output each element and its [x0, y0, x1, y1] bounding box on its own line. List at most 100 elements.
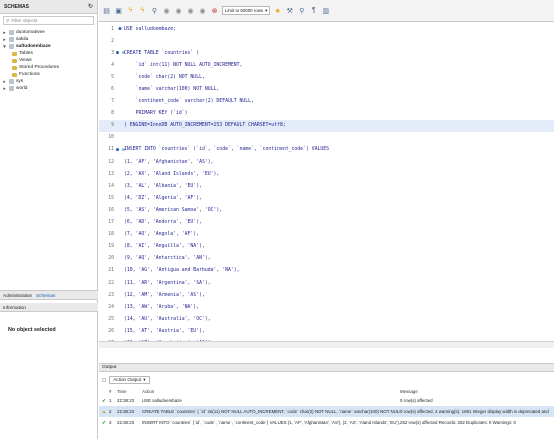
code-text: (8, 'AI', 'Anguilla', 'NA'), — [124, 244, 205, 250]
editor-line[interactable]: 10 — [99, 132, 554, 144]
database-icon — [9, 44, 14, 49]
navigator-header: SCHEMAS ↻ — [0, 0, 97, 14]
schema-child-item[interactable]: Views — [2, 57, 95, 64]
output-row[interactable]: ✔ 1 22:38:23 USE salludoembaze 0 row(s) affe… — [99, 395, 554, 406]
success-icon: ✔ — [102, 419, 106, 425]
line-number: 24 — [108, 304, 114, 310]
editor-line[interactable]: 16 (5, 'AS', 'American Samoa', 'OC'), — [99, 204, 554, 216]
line-number: 25 — [108, 316, 114, 322]
schema-child-item[interactable]: Tables — [2, 50, 95, 57]
database-icon — [9, 37, 14, 42]
row-number: 2 — [109, 409, 112, 414]
editor-line[interactable]: 4 `id` int(11) NOT NULL AUTO_INCREMENT, — [99, 59, 554, 71]
limit-rows-select[interactable]: Limit to 50000 rows ▾ — [222, 6, 271, 15]
rollback-icon[interactable]: ◉ — [198, 6, 207, 15]
column-time[interactable]: Time — [117, 389, 142, 394]
column-action[interactable]: Action — [142, 389, 400, 394]
editor-line[interactable]: 13 (2, 'AX', 'Aland Islands', 'EU'), — [99, 168, 554, 180]
editor-line[interactable]: 18 (7, 'AO', 'Angola', 'AF'), — [99, 229, 554, 241]
stop-icon[interactable]: ◉ — [162, 6, 171, 15]
editor-line[interactable]: 21 (10, 'AG', 'Antigua and Barbuda', 'NA'… — [99, 265, 554, 277]
chevron-right-icon[interactable]: ▸ — [2, 37, 7, 43]
column-number[interactable]: # — [109, 389, 117, 394]
chevron-right-icon[interactable]: ▸ — [2, 86, 7, 92]
wrap-icon[interactable]: ▥ — [321, 6, 330, 15]
no-object-label: No object selected — [8, 327, 56, 333]
information-header: Information — [0, 303, 98, 312]
database-icon — [9, 86, 14, 91]
schema-item-label: Stored Procedures — [19, 65, 59, 70]
add-snippet-icon[interactable]: ★ — [273, 6, 282, 15]
editor-line[interactable]: 6 `name` varchar(100) NOT NULL, — [99, 83, 554, 95]
editor-line[interactable]: 23 (12, 'AM', 'Armenia', 'AS'), — [99, 289, 554, 301]
editor-line[interactable]: 22 (11, 'AR', 'Argentina', 'SA'), — [99, 277, 554, 289]
toggle-continue-icon[interactable]: ◉ — [174, 6, 183, 15]
refresh-icon[interactable]: ↻ — [88, 3, 93, 10]
horizontal-scrollbar[interactable] — [99, 341, 554, 348]
editor-line[interactable]: 2 — [99, 35, 554, 47]
editor-line[interactable]: 25 (14, 'AU', 'Australia', 'OC'), — [99, 313, 554, 325]
line-number: 6 — [111, 87, 114, 93]
output-row[interactable]: ▲ 2 22:38:23 CREATE TABLE `countries` ( `id… — [99, 406, 554, 417]
find-icon[interactable]: ⚲ — [297, 6, 306, 15]
editor-line[interactable]: 7 `continent_code` varchar(2) DEFAULT NU… — [99, 96, 554, 108]
filter-objects-input[interactable]: ⚲ Filter objects — [3, 16, 94, 25]
code-text: PRIMARY KEY (`id`) — [124, 111, 188, 117]
editor-line[interactable]: 24 (13, 'AW', 'Aruba', 'NA'), — [99, 301, 554, 313]
output-header-row: # Time Action Message — [99, 387, 554, 395]
editor-line[interactable]: 12 (1, 'AF', 'Afghanistan', 'AS'), — [99, 156, 554, 168]
row-time: 22:38:23 — [117, 398, 135, 403]
commit-icon[interactable]: ◉ — [186, 6, 195, 15]
chevron-right-icon[interactable]: ▸ — [2, 30, 7, 36]
output-row[interactable]: ✔ 3 22:38:23 INSERT INTO `countries` (`id`,… — [99, 417, 554, 428]
folder-icon — [12, 65, 17, 70]
editor-line[interactable]: 5 `code` char(2) NOT NULL, — [99, 71, 554, 83]
explain-icon[interactable]: ⚲ — [150, 6, 159, 15]
editor-line[interactable]: 8 PRIMARY KEY (`id`) — [99, 108, 554, 120]
line-number: 1 — [111, 26, 114, 32]
tab-schemas[interactable]: Schemas — [36, 293, 55, 298]
warning-icon: ▲ — [101, 409, 107, 414]
editor-line[interactable]: 26 (15, 'AT', 'Austria', 'EU'), — [99, 325, 554, 337]
chevron-right-icon[interactable]: ▸ — [2, 79, 7, 85]
row-number: 1 — [109, 398, 112, 403]
editor-line[interactable]: 15 (4, 'DZ', 'Algeria', 'AF'), — [99, 192, 554, 204]
editor-line[interactable]: 14 (3, 'AL', 'Albania', 'EU'), — [99, 180, 554, 192]
editor-line[interactable]: 9) ENGINE=InnoDB AUTO_INCREMENT=253 DEFA… — [99, 119, 554, 132]
autocommit-icon[interactable]: ⊗ — [210, 6, 219, 15]
schema-item-label: Tables — [19, 51, 33, 56]
schema-child-item[interactable]: Functions — [2, 71, 95, 78]
sql-editor[interactable]: 1 ● USE salludoembaze; 2 3 ● ⊖ CREATE TABLE `c… — [99, 23, 554, 341]
column-message[interactable]: Message — [400, 389, 550, 394]
editor-line[interactable]: 11 ● ⊖ INSERT INTO `countries` (`id`, `cod… — [99, 144, 554, 156]
schema-item[interactable]: ▸ duotomativee — [2, 29, 95, 36]
code-text: CREATE TABLE `countries` ( — [124, 50, 200, 56]
line-number: 12 — [108, 159, 114, 165]
execute-current-icon[interactable]: ϟ — [138, 6, 147, 15]
output-header: Output — [99, 363, 554, 372]
editor-line[interactable]: 17 (6, 'AD', 'Andorra', 'EU'), — [99, 217, 554, 229]
schema-item[interactable]: ▸ sys — [2, 78, 95, 85]
database-icon — [9, 30, 14, 35]
schema-item[interactable]: ▸ world — [2, 85, 95, 92]
schema-item-label: sakila — [16, 37, 29, 42]
invisible-chars-icon[interactable]: ¶ — [309, 6, 318, 15]
schema-child-item[interactable]: Stored Procedures — [2, 64, 95, 71]
open-file-icon[interactable]: ▤ — [102, 6, 111, 15]
editor-line[interactable]: 20 (9, 'AQ', 'Antarctica', 'AN'), — [99, 253, 554, 265]
chevron-down-icon[interactable]: ▾ — [2, 44, 7, 50]
editor-line[interactable]: 1 ● USE salludoembaze; — [99, 23, 554, 35]
line-number: 26 — [108, 328, 114, 334]
save-icon[interactable]: ▣ — [114, 6, 123, 15]
schema-item-label: Functions — [19, 72, 40, 77]
code-text: ) ENGINE=InnoDB AUTO_INCREMENT=253 DEFAU… — [124, 123, 286, 129]
output-type-select[interactable]: Action Output ▾ — [109, 375, 150, 384]
beautify-icon[interactable]: ⚒ — [285, 6, 294, 15]
execute-icon[interactable]: ϟ — [126, 6, 135, 15]
schema-item[interactable]: ▾ saltudoembaze — [2, 43, 95, 50]
tab-administration[interactable]: Administration — [3, 293, 32, 298]
editor-line[interactable]: 19 (8, 'AI', 'Anguilla', 'NA'), — [99, 241, 554, 253]
line-number: 2 — [111, 38, 114, 44]
editor-line[interactable]: 3 ● ⊖ CREATE TABLE `countries` ( — [99, 47, 554, 59]
schema-item[interactable]: ▸ sakila — [2, 36, 95, 43]
